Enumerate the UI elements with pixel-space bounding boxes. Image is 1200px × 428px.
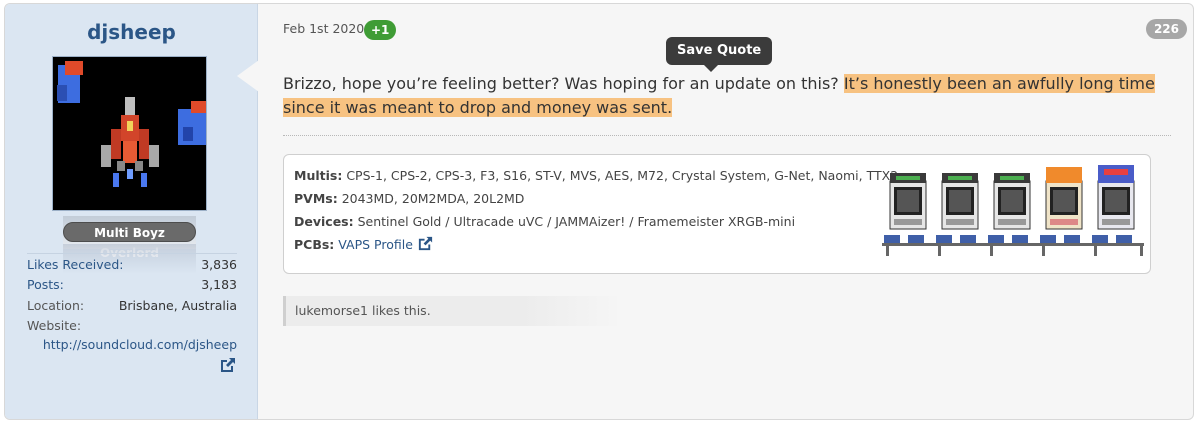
stat-value: 3,836 <box>201 256 237 272</box>
sig-pvms-label: PVMs: <box>294 191 338 206</box>
stat-label[interactable]: Likes Received: <box>27 257 124 272</box>
stat-label: Location: <box>27 297 85 313</box>
stat-value: 3,183 <box>201 277 237 293</box>
stat-value: Brisbane, Australia <box>118 297 237 313</box>
reaction-badge[interactable]: +1 <box>364 20 397 40</box>
speech-arrow <box>237 60 259 92</box>
sig-devices: Devices: Sentinel Gold / Ultracade uVC /… <box>294 210 898 233</box>
post-number-badge[interactable]: 226 <box>1145 19 1187 39</box>
external-link-icon[interactable] <box>417 235 434 252</box>
username-link[interactable]: djsheep <box>5 20 258 44</box>
save-quote-tooltip[interactable]: Save Quote <box>666 37 773 72</box>
user-stats: Likes Received: 3,836 Posts: 3,183 Locat… <box>27 253 237 374</box>
stat-label[interactable]: Posts: <box>27 277 64 292</box>
message-divider <box>283 135 1171 136</box>
sig-pcbs-label: PCBs: <box>294 237 335 252</box>
sig-devices-label: Devices: <box>294 214 354 229</box>
sig-multis-value: CPS-1, CPS-2, CPS-3, F3, S16, ST-V, MVS,… <box>346 168 899 183</box>
message-body: Brizzo, hope you’re feeling better? Was … <box>283 72 1173 120</box>
forum-post: djsheep Multi Boyz Likes Received: 3,836… <box>4 3 1194 420</box>
stat-likes-received: Likes Received: 3,836 <box>27 254 237 275</box>
website-link[interactable]: http://soundcloud.com/djsheep <box>27 336 237 374</box>
signature-lines: Multis: CPS-1, CPS-2, CPS-3, F3, S16, ST… <box>294 164 898 256</box>
message-text: Brizzo, hope you’re feeling better? Was … <box>283 74 844 93</box>
external-link-icon[interactable] <box>219 356 237 374</box>
likes-text[interactable]: lukemorse1 likes this. <box>295 303 431 318</box>
sig-multis-label: Multis: <box>294 168 343 183</box>
signature-box: Multis: CPS-1, CPS-2, CPS-3, F3, S16, ST… <box>283 154 1151 274</box>
likes-summary: lukemorse1 likes this. <box>283 296 623 326</box>
user-title-badge: Multi Boyz Overlord <box>63 222 196 260</box>
vaps-profile-link[interactable]: VAPS Profile <box>338 237 413 252</box>
sig-pvms-value: 2043MD, 20M2MDA, 20L2MD <box>341 191 525 206</box>
sig-multis: Multis: CPS-1, CPS-2, CPS-3, F3, S16, ST… <box>294 164 898 187</box>
sig-pvms: PVMs: 2043MD, 20M2MDA, 20L2MD <box>294 187 898 210</box>
website-label: Website: <box>27 317 82 333</box>
spaceship-avatar-icon <box>53 57 206 210</box>
user-panel: djsheep Multi Boyz Likes Received: 3,836… <box>5 4 258 419</box>
website-url[interactable]: http://soundcloud.com/djsheep <box>43 337 237 352</box>
arcade-cabinets-image <box>882 165 1144 256</box>
stat-posts: Posts: 3,183 <box>27 275 237 296</box>
stat-location: Location: Brisbane, Australia <box>27 295 237 316</box>
sig-devices-value: Sentinel Gold / Ultracade uVC / JAMMAize… <box>357 214 796 229</box>
post-date[interactable]: Feb 1st 2020 <box>283 21 364 36</box>
avatar[interactable] <box>52 56 207 211</box>
sig-pcbs: PCBs: VAPS Profile <box>294 233 898 256</box>
